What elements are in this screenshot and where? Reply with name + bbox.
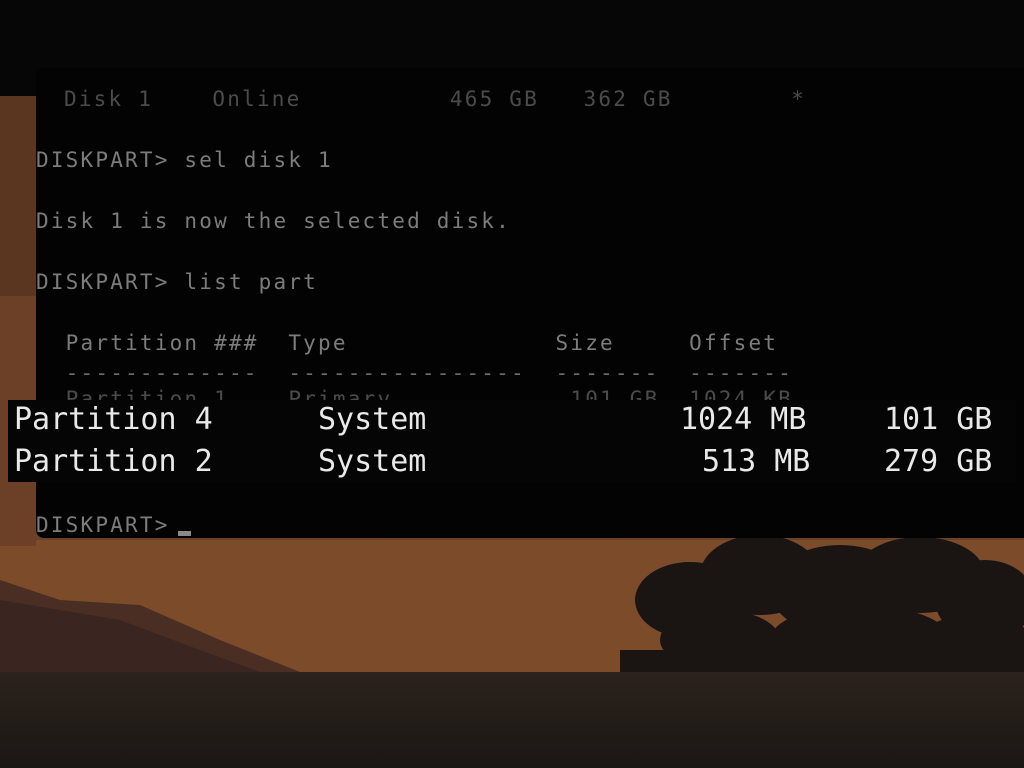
taskbar-shadow-band [0, 672, 1024, 768]
text-cursor [178, 531, 191, 536]
highlight-row-partition-2: Partition 2 System 513 MB 279 GB [8, 442, 1016, 482]
partition-name: Partition 4 [14, 402, 213, 437]
command-select-disk: DISKPART> sel disk 1 [36, 148, 333, 172]
partition-type: System [318, 402, 427, 437]
disk-list-row: Disk 1 Online 465 GB 362 GB * [64, 87, 807, 111]
partition-name: Partition 2 [14, 444, 213, 479]
partition-table-rule: ------------- ---------------- ------- -… [36, 361, 793, 385]
partition-size: 513 MB [702, 444, 811, 479]
partition-offset: 101 GB [884, 402, 993, 437]
command-list-partitions: DISKPART> list part [36, 270, 319, 294]
partition-size: 1024 MB [680, 402, 807, 437]
message-disk-selected: Disk 1 is now the selected disk. [36, 209, 511, 233]
partition-type: System [318, 444, 427, 479]
partition-highlight-overlay: Partition 4 System 1024 MB 101 GB Partit… [8, 400, 1016, 482]
highlight-row-partition-4: Partition 4 System 1024 MB 101 GB [8, 400, 1016, 440]
screen: Disk 1 Online 465 GB 362 GB * DISKPART> … [0, 0, 1024, 768]
partition-table-header: Partition ### Type Size Offset [36, 331, 779, 355]
partition-offset: 279 GB [884, 444, 993, 479]
